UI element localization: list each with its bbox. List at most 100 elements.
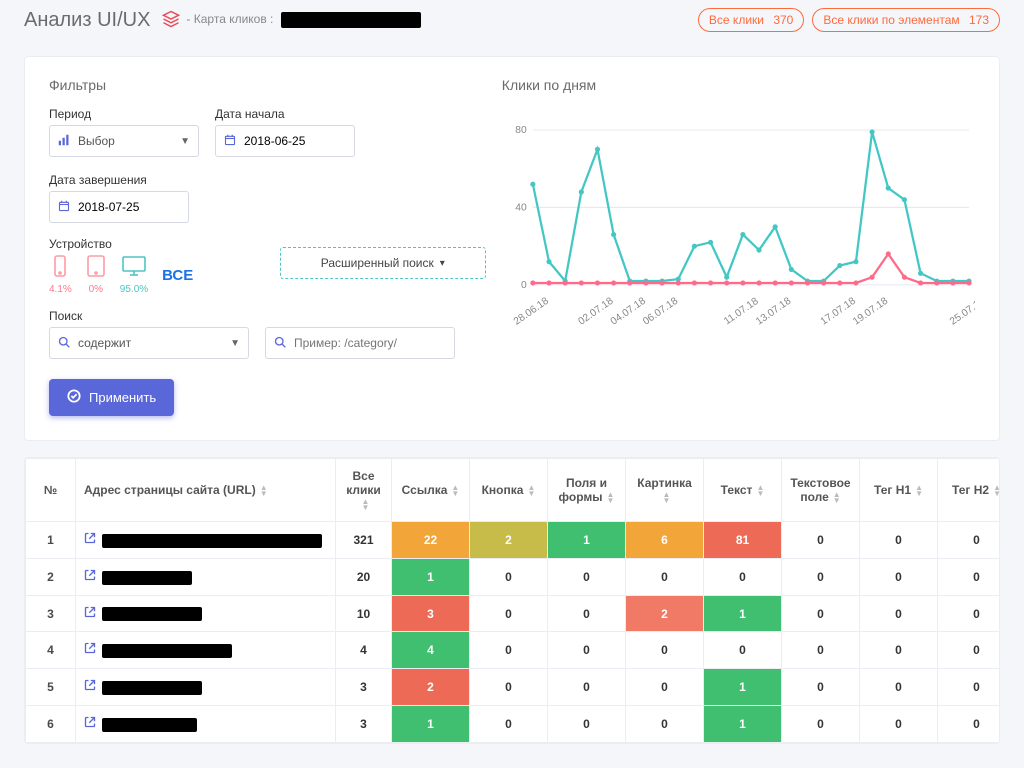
svg-text:06.07.18: 06.07.18: [641, 296, 680, 327]
sort-icon[interactable]: ▲▼: [527, 485, 535, 497]
external-link-icon[interactable]: [84, 570, 96, 584]
table-cell: 2: [470, 522, 548, 559]
start-date-input[interactable]: [215, 125, 355, 157]
bars-icon: [58, 134, 70, 149]
external-link-icon[interactable]: [84, 607, 96, 621]
row-number: 5: [26, 669, 76, 706]
device-all[interactable]: ВСЕ: [162, 267, 193, 284]
external-link-icon[interactable]: [84, 643, 96, 657]
table-cell: 0: [470, 669, 548, 706]
table-cell: 0: [704, 632, 782, 669]
sort-icon[interactable]: ▲▼: [663, 492, 671, 504]
start-date-value[interactable]: [244, 134, 346, 148]
period-label: Период: [49, 107, 199, 121]
table-cell: 0: [860, 632, 938, 669]
external-link-icon[interactable]: [84, 680, 96, 694]
row-url[interactable]: [76, 558, 336, 595]
period-select[interactable]: Выбор ▼: [49, 125, 199, 157]
advanced-search[interactable]: Расширенный поиск ▾: [280, 247, 486, 279]
table-cell: 0: [860, 706, 938, 743]
th-text[interactable]: Текст▲▼: [704, 459, 782, 522]
table-cell: 0: [626, 632, 704, 669]
table-cell: 0: [470, 558, 548, 595]
table: №Адрес страницы сайта (URL)▲▼Все клики▲▼…: [24, 457, 1000, 744]
th-all[interactable]: Все клики▲▼: [336, 459, 392, 522]
topbar: Анализ UI/UX - Карта кликов : Все клики …: [0, 0, 1024, 40]
th-textfield[interactable]: Текстовое поле▲▼: [782, 459, 860, 522]
row-url[interactable]: [76, 522, 336, 559]
device-tablet[interactable]: 0%: [86, 255, 106, 295]
device-desktop[interactable]: 95.0%: [120, 255, 148, 295]
row-url[interactable]: [76, 595, 336, 632]
sort-icon[interactable]: ▲▼: [833, 492, 841, 504]
row-all: 10: [336, 595, 392, 632]
th-h1[interactable]: Тег H1▲▼: [860, 459, 938, 522]
th-h2[interactable]: Тег H2▲▼: [938, 459, 1001, 522]
external-link-icon[interactable]: [84, 533, 96, 547]
layers-icon: [162, 10, 180, 31]
apply-button[interactable]: Применить: [49, 379, 174, 416]
th-forms[interactable]: Поля и формы▲▼: [548, 459, 626, 522]
external-link-icon[interactable]: [84, 717, 96, 731]
row-url[interactable]: [76, 706, 336, 743]
table-cell: 0: [626, 558, 704, 595]
calendar-icon: [58, 200, 70, 215]
device-phone-pct: 4.1%: [49, 284, 72, 295]
th-image[interactable]: Картинка▲▼: [626, 459, 704, 522]
search-mode-select[interactable]: содержит ▼: [49, 327, 249, 359]
svg-text:80: 80: [515, 125, 527, 136]
badge-by-elements-label: Все клики по элементам: [823, 13, 959, 27]
row-all: 4: [336, 632, 392, 669]
sort-icon[interactable]: ▲▼: [260, 485, 268, 497]
badge-by-elements[interactable]: Все клики по элементам 173: [812, 8, 1000, 32]
table-row: 4 4 40000000: [26, 632, 1001, 669]
search-value[interactable]: [294, 336, 446, 350]
phone-icon: [49, 255, 72, 282]
device-desktop-pct: 95.0%: [120, 284, 148, 295]
table-cell: 0: [938, 522, 1001, 559]
badge-all-clicks[interactable]: Все клики 370: [698, 8, 804, 32]
svg-text:19.07.18: 19.07.18: [851, 296, 890, 327]
row-url[interactable]: [76, 632, 336, 669]
tablet-icon: [86, 255, 106, 282]
page-title: Анализ UI/UX: [24, 9, 150, 32]
table-cell: 3: [392, 595, 470, 632]
table-cell: 0: [548, 706, 626, 743]
sort-icon[interactable]: ▲▼: [756, 485, 764, 497]
sort-icon[interactable]: ▲▼: [993, 485, 1000, 497]
badge-by-elements-num: 173: [969, 13, 989, 27]
table-cell: 0: [626, 669, 704, 706]
sort-icon[interactable]: ▲▼: [451, 485, 459, 497]
end-date-input[interactable]: [49, 191, 189, 223]
svg-text:40: 40: [515, 203, 527, 214]
svg-text:02.07.18: 02.07.18: [576, 296, 615, 327]
device-phone[interactable]: 4.1%: [49, 255, 72, 295]
search-icon: [274, 336, 286, 351]
sort-icon[interactable]: ▲▼: [915, 485, 923, 497]
th-button[interactable]: Кнопка▲▼: [470, 459, 548, 522]
table-row: 5 3 20001000: [26, 669, 1001, 706]
advanced-search-label: Расширенный поиск: [321, 256, 434, 270]
sort-icon[interactable]: ▲▼: [362, 499, 370, 511]
svg-text:11.07.18: 11.07.18: [722, 296, 761, 327]
device-label: Устройство: [49, 237, 193, 251]
svg-text:0: 0: [521, 280, 527, 291]
search-mode-value: содержит: [78, 336, 131, 350]
end-date-value[interactable]: [78, 200, 180, 214]
search-icon: [58, 336, 70, 351]
th-num[interactable]: №: [26, 459, 76, 522]
table-cell: 0: [470, 632, 548, 669]
th-link[interactable]: Ссылка▲▼: [392, 459, 470, 522]
search-input[interactable]: [265, 327, 455, 359]
svg-text:17.07.18: 17.07.18: [819, 296, 858, 327]
table-row: 6 3 10001000: [26, 706, 1001, 743]
table-cell: 1: [548, 522, 626, 559]
th-url[interactable]: Адрес страницы сайта (URL)▲▼: [76, 459, 336, 522]
row-url[interactable]: [76, 669, 336, 706]
table-cell: 0: [938, 595, 1001, 632]
sort-icon[interactable]: ▲▼: [607, 492, 615, 504]
row-number: 2: [26, 558, 76, 595]
table-cell: 0: [782, 558, 860, 595]
table-cell: 0: [548, 595, 626, 632]
table-cell: 81: [704, 522, 782, 559]
